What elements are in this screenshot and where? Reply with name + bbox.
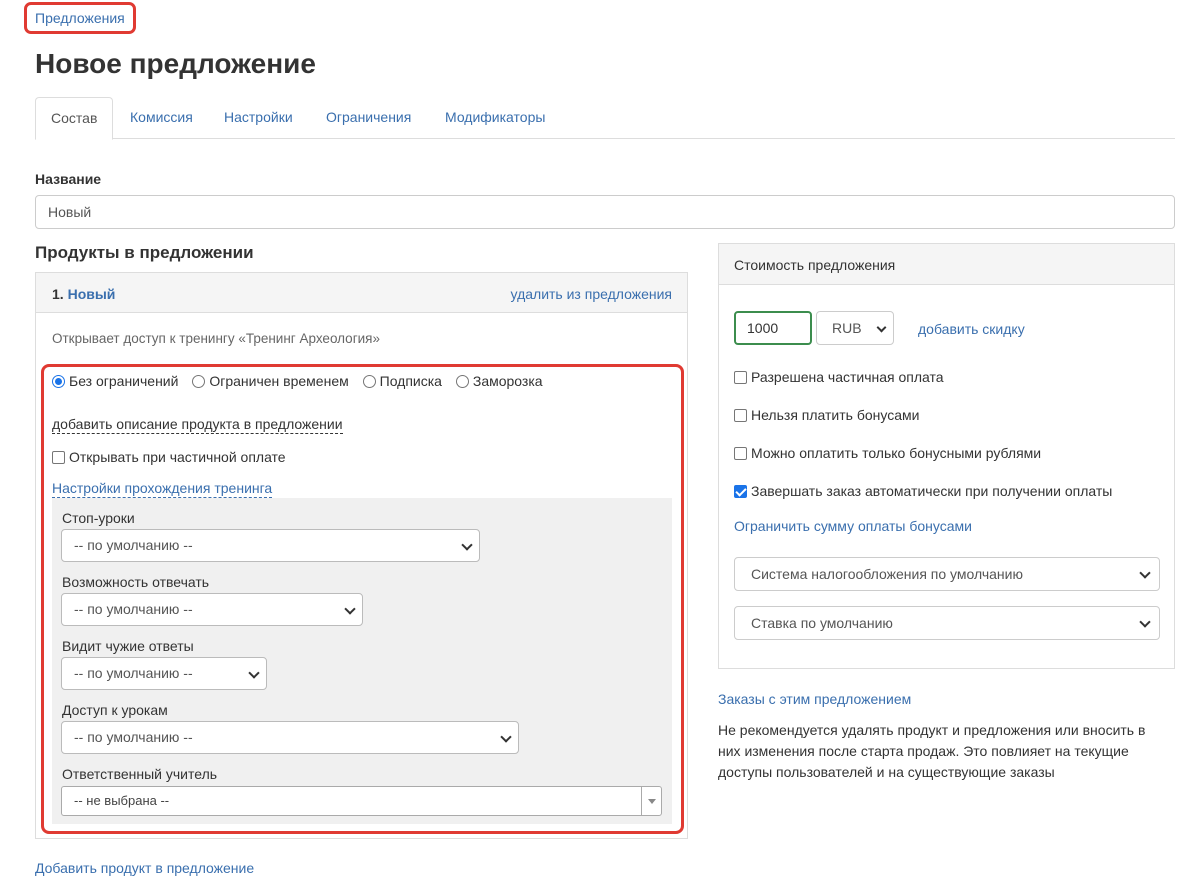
checkbox-icon[interactable] [734,408,747,422]
tax-system-select[interactable]: Система налогообложения по умолчанию [734,557,1160,591]
add-product-description-link[interactable]: добавить описание продукта в предложении [52,416,343,434]
tab-commission[interactable]: Комиссия [115,97,208,139]
breadcrumb-offers-link[interactable]: Предложения [35,10,125,26]
add-discount-link[interactable]: добавить скидку [918,321,1025,337]
responsible-teacher-select[interactable]: -- не выбрана -- [61,786,662,816]
product-name-link[interactable]: Новый [68,286,116,302]
price-panel-header: Стоимость предложения [719,244,1174,285]
lesson-access-label: Доступ к урокам [62,702,168,718]
price-input[interactable]: 1000 [734,311,812,345]
remove-product-link[interactable]: удалить из предложения [511,286,672,302]
product-number: 1. Новый [52,286,116,302]
no-bonus-payment-checkbox[interactable]: Нельзя платить бонусами [734,407,919,423]
dropdown-arrow-icon [648,799,656,804]
chevron-down-icon [461,539,473,551]
access-mode-unlimited[interactable]: Без ограничений [52,373,178,389]
sees-others-answers-select[interactable]: -- по умолчанию -- [61,657,267,690]
currency-select[interactable]: RUB [816,311,894,345]
product-panel: 1. Новый удалить из предложения Открывае… [35,272,688,839]
checkbox-checked-icon[interactable] [734,484,747,498]
chevron-down-icon [248,667,260,679]
checkbox-icon[interactable] [52,450,65,464]
checkbox-icon[interactable] [734,446,747,460]
tab-restrictions[interactable]: Ограничения [311,97,426,139]
tab-composition[interactable]: Состав [35,97,114,140]
access-mode-group: Без ограничений Ограничен временем Подпи… [52,373,553,391]
radio-icon[interactable] [192,374,206,388]
checkbox-icon[interactable] [734,370,747,384]
access-mode-time-limited[interactable]: Ограничен временем [192,373,349,389]
products-section-title: Продукты в предложении [35,243,254,262]
training-settings-link[interactable]: Настройки прохождения тренинга [52,480,273,498]
access-mode-freeze[interactable]: Заморозка [455,373,543,389]
lesson-access-select[interactable]: -- по умолчанию -- [61,721,519,754]
access-mode-subscription[interactable]: Подписка [362,373,442,389]
can-answer-select[interactable]: -- по умолчанию -- [61,593,363,626]
open-on-partial-checkbox[interactable]: Открывать при частичной оплате [52,449,286,465]
limit-bonus-link[interactable]: Ограничить сумму оплаты бонусами [734,518,972,534]
radio-icon[interactable] [362,374,376,388]
training-settings-area: Стоп-уроки -- по умолчанию -- Возможност… [52,498,672,824]
name-label: Название [35,171,102,187]
auto-complete-order-checkbox[interactable]: Завершать заказ автоматически при получе… [734,483,1112,499]
name-input[interactable]: Новый [35,195,1175,229]
page-title: Новое предложение [35,48,316,79]
radio-selected-icon[interactable] [52,374,65,388]
orders-with-offer-link[interactable]: Заказы с этим предложением [718,691,911,707]
stop-lessons-label: Стоп-уроки [62,510,135,526]
warning-text: Не рекомендуется удалять продукт и предл… [718,722,1146,780]
tax-rate-select[interactable]: Ставка по умолчанию [734,606,1160,640]
can-answer-label: Возможность отвечать [62,574,210,590]
chevron-down-icon [1139,567,1151,579]
price-panel-title: Стоимость предложения [734,257,896,273]
chevron-down-icon [500,731,512,743]
bonus-only-payment-checkbox[interactable]: Можно оплатить только бонусными рублями [734,445,1041,461]
responsible-teacher-label: Ответственный учитель [62,766,218,782]
add-product-link[interactable]: Добавить продукт в предложение [35,860,254,876]
tab-settings[interactable]: Настройки [209,97,308,139]
sees-others-answers-label: Видит чужие ответы [62,638,194,654]
chevron-down-icon [1139,616,1151,628]
product-panel-header: 1. Новый удалить из предложения [36,273,687,313]
chevron-down-icon [344,603,356,615]
radio-icon[interactable] [455,374,469,388]
product-description: Открывает доступ к тренингу «Тренинг Арх… [52,331,380,346]
partial-payment-checkbox[interactable]: Разрешена частичная оплата [734,369,944,385]
chevron-down-icon [876,322,887,333]
stop-lessons-select[interactable]: -- по умолчанию -- [61,529,480,562]
tab-modifiers[interactable]: Модификаторы [430,97,560,139]
tabs-bar: Состав Комиссия Настройки Ограничения Мо… [35,97,1175,140]
price-panel: Стоимость предложения 1000 RUB добавить … [718,243,1175,669]
